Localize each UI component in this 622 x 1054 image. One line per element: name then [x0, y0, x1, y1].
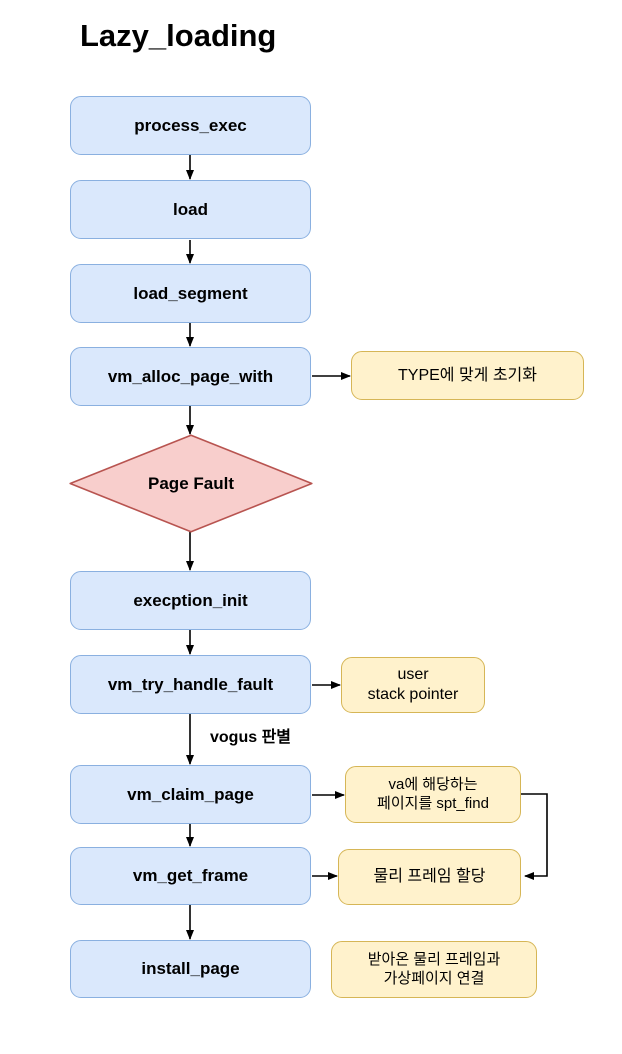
note-user-stack-pointer[interactable]: user stack pointer [341, 657, 485, 713]
node-label: vm_try_handle_fault [107, 674, 274, 694]
node-load-segment[interactable]: load_segment [70, 264, 311, 323]
node-label: vm_get_frame [132, 866, 249, 885]
node-label: vm_claim_page [127, 784, 254, 804]
flowchart-canvas: Lazy_loading process_exec load load_segm… [0, 0, 622, 1054]
node-vm-try-handle-fault[interactable]: vm_try_handle_fault [70, 655, 311, 714]
note-label: TYPE에 맞게 초기화 [398, 366, 537, 384]
node-label: process_exec [134, 115, 247, 135]
node-vm-get-frame[interactable]: vm_get_frame [70, 847, 311, 905]
node-load[interactable]: load [70, 180, 311, 239]
edge-note_spt_find-note_frame_alloc-loopback [521, 793, 548, 880]
node-label: install_page [141, 959, 240, 978]
edge-label-vogus: vogus 판별 [210, 729, 292, 746]
page-title: Lazy_loading [80, 18, 277, 53]
node-label: vm_alloc_page_with [107, 366, 274, 386]
note-label-line1: user [397, 666, 429, 684]
node-page-fault[interactable]: Page Fault [69, 434, 313, 533]
note-label: 물리 프레임 할당 [373, 868, 486, 886]
note-label-line1: va에 해당하는 [388, 776, 478, 794]
note-install-page-desc[interactable]: 받아온 물리 프레임과 가상페이지 연결 [331, 941, 537, 998]
note-spt-find[interactable]: va에 해당하는 페이지를 spt_find [345, 766, 521, 823]
node-label: execption_init [133, 590, 248, 610]
node-vm-claim-page[interactable]: vm_claim_page [70, 765, 311, 824]
node-label: Page Fault [148, 473, 234, 493]
note-label-line2: 가상페이지 연결 [383, 969, 485, 987]
node-install-page[interactable]: install_page [70, 940, 311, 998]
note-type-init[interactable]: TYPE에 맞게 초기화 [351, 351, 584, 400]
node-process-exec[interactable]: process_exec [70, 96, 311, 155]
node-label: load_segment [133, 283, 248, 303]
note-label-line2: 페이지를 spt_find [377, 794, 489, 812]
note-frame-alloc[interactable]: 물리 프레임 할당 [338, 849, 521, 905]
note-label-line2: stack pointer [367, 686, 459, 703]
node-label: load [173, 199, 208, 219]
node-execption-init[interactable]: execption_init [70, 571, 311, 630]
note-label-line1: 받아온 물리 프레임과 [367, 951, 501, 969]
node-vm-alloc-page-with[interactable]: vm_alloc_page_with [70, 347, 311, 406]
